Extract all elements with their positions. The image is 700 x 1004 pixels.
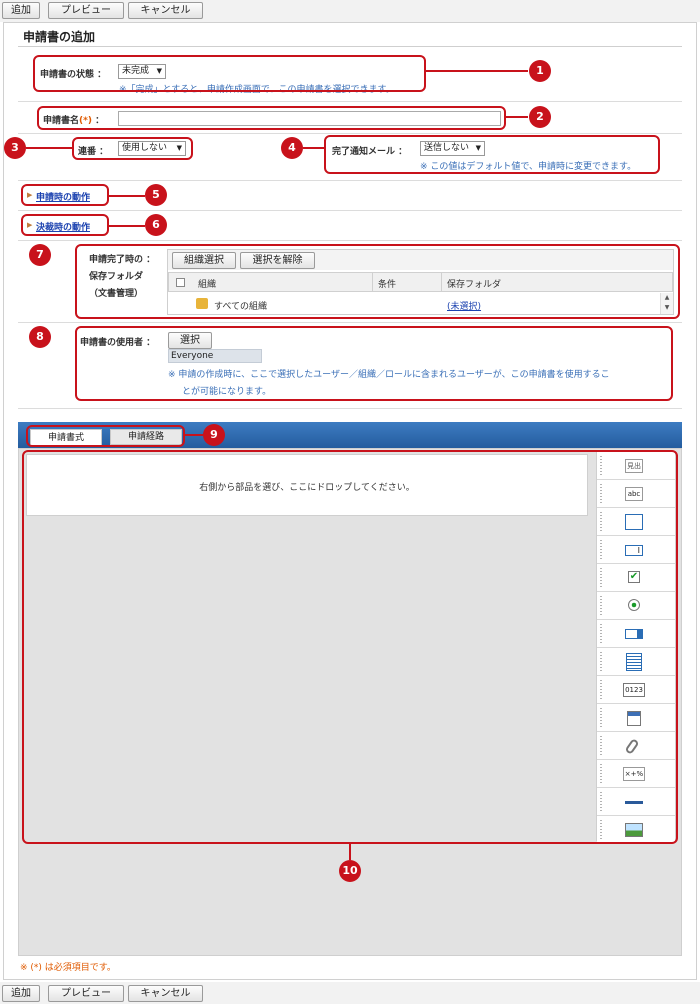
callout-line-9 bbox=[185, 434, 203, 436]
callout-line-3 bbox=[26, 147, 72, 149]
preview-button[interactable]: プレビュー bbox=[48, 2, 124, 19]
column-divider bbox=[441, 273, 442, 291]
callout-marker-1: 1 bbox=[529, 60, 551, 82]
cancel-button[interactable]: キャンセル bbox=[128, 2, 203, 19]
callout-box-1 bbox=[33, 55, 426, 92]
select-users-button[interactable]: 選択 bbox=[168, 332, 212, 349]
apply-action-link[interactable]: 申請時の動作 bbox=[36, 190, 90, 203]
notify-value: 送信しない bbox=[424, 143, 470, 153]
serial-label: 連番 ： bbox=[78, 147, 109, 157]
expand-arrow-icon[interactable]: ▶ bbox=[27, 221, 32, 229]
callout-marker-7: 7 bbox=[29, 244, 51, 266]
callout-line-2 bbox=[506, 116, 528, 118]
preview-button[interactable]: プレビュー bbox=[48, 985, 124, 1002]
cancel-button[interactable]: キャンセル bbox=[128, 985, 203, 1002]
callout-marker-5: 5 bbox=[145, 184, 167, 206]
users-note-1: ※ 申請の作成時に、ここで選択したユーザー／組織／ロールに含まれるユーザーが、こ… bbox=[168, 370, 610, 380]
chevron-down-icon: ▼ bbox=[176, 144, 182, 152]
callout-box-10 bbox=[22, 450, 678, 844]
callout-box-8 bbox=[75, 326, 673, 401]
folder-table-header bbox=[168, 272, 673, 292]
users-label: 申請書の使用者 ： bbox=[80, 338, 156, 348]
divider bbox=[18, 133, 682, 134]
chevron-down-icon: ▼ bbox=[475, 144, 481, 152]
divider bbox=[18, 180, 682, 181]
bottom-toolbar: 追加 プレビュー キャンセル bbox=[0, 982, 700, 1004]
callout-marker-9: 9 bbox=[203, 424, 225, 446]
callout-line-5 bbox=[109, 195, 145, 197]
selected-users-list[interactable]: Everyone bbox=[168, 349, 262, 363]
notify-label: 完了通知メール ： bbox=[332, 147, 408, 157]
notify-note: ※ この値はデフォルト値で、申請時に変更できます。 bbox=[420, 162, 637, 172]
title-divider bbox=[18, 46, 682, 47]
select-org-button[interactable]: 組織選択 bbox=[172, 252, 236, 269]
add-button[interactable]: 追加 bbox=[2, 2, 40, 19]
save-folder-label-3: （文書管理） bbox=[89, 289, 144, 299]
callout-box-9 bbox=[26, 425, 185, 447]
callout-line-1 bbox=[426, 70, 528, 72]
top-toolbar: 追加 プレビュー キャンセル bbox=[0, 0, 700, 22]
callout-marker-10: 10 bbox=[339, 860, 361, 882]
serial-value: 使用しない bbox=[122, 143, 168, 153]
page-title: 申請書の追加 bbox=[23, 30, 96, 44]
save-folder-label-2: 保存フォルダ bbox=[89, 272, 144, 282]
column-divider bbox=[372, 273, 373, 291]
divider bbox=[18, 210, 682, 211]
users-note-2: とが可能になります。 bbox=[182, 387, 272, 397]
add-button[interactable]: 追加 bbox=[2, 985, 40, 1002]
required-note: ※ (*) は必須項目です。 bbox=[20, 963, 116, 973]
callout-line-10 bbox=[349, 844, 351, 860]
column-folder: 保存フォルダ bbox=[447, 280, 502, 290]
notify-select[interactable]: 送信しない ▼ bbox=[420, 141, 485, 156]
callout-marker-3: 3 bbox=[4, 137, 26, 159]
callout-line-4 bbox=[303, 147, 325, 149]
table-scrollbar[interactable]: ▲ ▼ bbox=[660, 293, 673, 314]
serial-select[interactable]: 使用しない ▼ bbox=[118, 141, 186, 156]
organization-icon bbox=[196, 298, 208, 309]
column-org: 組織 bbox=[198, 280, 217, 290]
callout-marker-4: 4 bbox=[281, 137, 303, 159]
save-folder-label-1: 申請完了時の ： bbox=[89, 255, 156, 265]
approve-action-link[interactable]: 決裁時の動作 bbox=[36, 220, 90, 233]
divider bbox=[18, 408, 682, 409]
divider bbox=[18, 322, 682, 323]
select-all-checkbox[interactable] bbox=[176, 278, 185, 287]
callout-marker-2: 2 bbox=[529, 106, 551, 128]
expand-arrow-icon[interactable]: ▶ bbox=[27, 191, 32, 199]
callout-marker-6: 6 bbox=[145, 214, 167, 236]
column-condition: 条件 bbox=[378, 280, 397, 290]
row-org: すべての組織 bbox=[214, 302, 268, 312]
callout-box-2 bbox=[37, 106, 506, 130]
callout-line-6 bbox=[109, 225, 145, 227]
clear-selection-button[interactable]: 選択を解除 bbox=[240, 252, 315, 269]
row-folder-link[interactable]: (未選択) bbox=[447, 299, 481, 312]
divider bbox=[18, 101, 682, 102]
callout-marker-8: 8 bbox=[29, 326, 51, 348]
divider bbox=[18, 240, 682, 241]
